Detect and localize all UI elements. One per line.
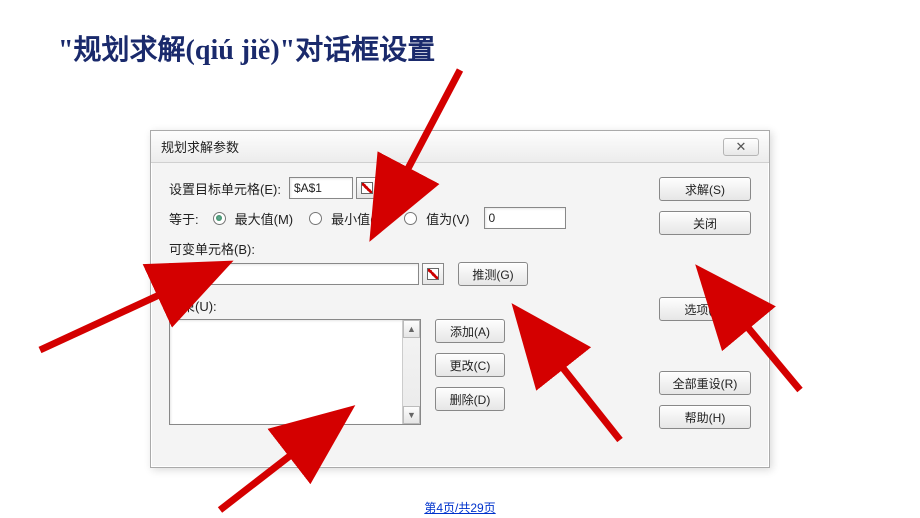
page-number: 第4页/共29页	[424, 499, 495, 516]
radio-min-label: 最小值(N)	[331, 209, 388, 228]
radio-max-label: 最大值(M)	[235, 209, 294, 228]
dialog-titlebar: 规划求解参数 ✕	[151, 131, 769, 163]
change-button[interactable]: 更改(C)	[435, 353, 505, 377]
title-suffix: "对话框设置	[280, 35, 436, 66]
guess-button[interactable]: 推测(G)	[458, 262, 528, 286]
options-button[interactable]: 选项(O)	[659, 297, 751, 321]
dialog-body: 设置目标单元格(E): $A$1 等于: 最大值(M) 最小值(N) 值为(V)…	[151, 163, 769, 467]
radio-value-label: 值为(V)	[426, 209, 469, 228]
constraints-list-content	[170, 320, 402, 424]
refedit-icon	[427, 268, 439, 280]
target-refedit-button[interactable]	[356, 177, 378, 199]
close-button[interactable]: 关闭	[659, 211, 751, 235]
value-input[interactable]: 0	[484, 207, 566, 229]
radio-value[interactable]	[404, 212, 417, 225]
solve-button[interactable]: 求解(S)	[659, 177, 751, 201]
window-close-button[interactable]: ✕	[723, 138, 759, 156]
constraint-buttons-column: 添加(A) 更改(C) 删除(D)	[435, 319, 505, 411]
title-prefix: "规划求解	[58, 35, 186, 66]
constraints-listbox[interactable]: ▲ ▼	[169, 319, 421, 425]
constraints-scrollbar[interactable]: ▲ ▼	[402, 320, 420, 424]
right-buttons-column: 求解(S) 关闭 选项(O) 全部重设(R) 帮助(H)	[659, 177, 751, 429]
delete-button[interactable]: 删除(D)	[435, 387, 505, 411]
close-icon: ✕	[736, 139, 747, 155]
solver-dialog: 规划求解参数 ✕ 设置目标单元格(E): $A$1 等于: 最大值(M) 最小值…	[150, 130, 770, 468]
dialog-title: 规划求解参数	[161, 137, 239, 156]
radio-max[interactable]	[213, 212, 226, 225]
equal-to-label: 等于:	[169, 209, 199, 228]
add-button[interactable]: 添加(A)	[435, 319, 505, 343]
changing-cells-input[interactable]	[169, 263, 419, 285]
target-cell-label: 设置目标单元格(E):	[169, 179, 281, 198]
title-pinyin: (qiú jiě)	[186, 35, 280, 66]
target-cell-input[interactable]: $A$1	[289, 177, 353, 199]
help-button[interactable]: 帮助(H)	[659, 405, 751, 429]
radio-min[interactable]	[309, 212, 322, 225]
slide-title: "规划求解(qiú jiě)"对话框设置	[58, 28, 435, 68]
reset-button[interactable]: 全部重设(R)	[659, 371, 751, 395]
changing-refedit-button[interactable]	[422, 263, 444, 285]
scroll-up-button[interactable]: ▲	[403, 320, 420, 338]
scroll-down-button[interactable]: ▼	[403, 406, 420, 424]
refedit-icon	[361, 182, 373, 194]
changing-cells-label: 可变单元格(B):	[169, 242, 255, 257]
